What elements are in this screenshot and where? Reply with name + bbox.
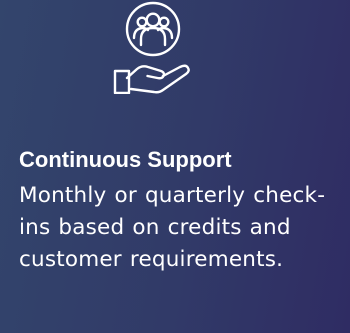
support-card: Continuous Support Monthly or quarterly … bbox=[0, 0, 350, 333]
card-title: Continuous Support bbox=[19, 147, 232, 172]
hand-holding-people-icon bbox=[97, 0, 209, 94]
card-description: Monthly or quarterly check-ins based on … bbox=[19, 183, 326, 272]
